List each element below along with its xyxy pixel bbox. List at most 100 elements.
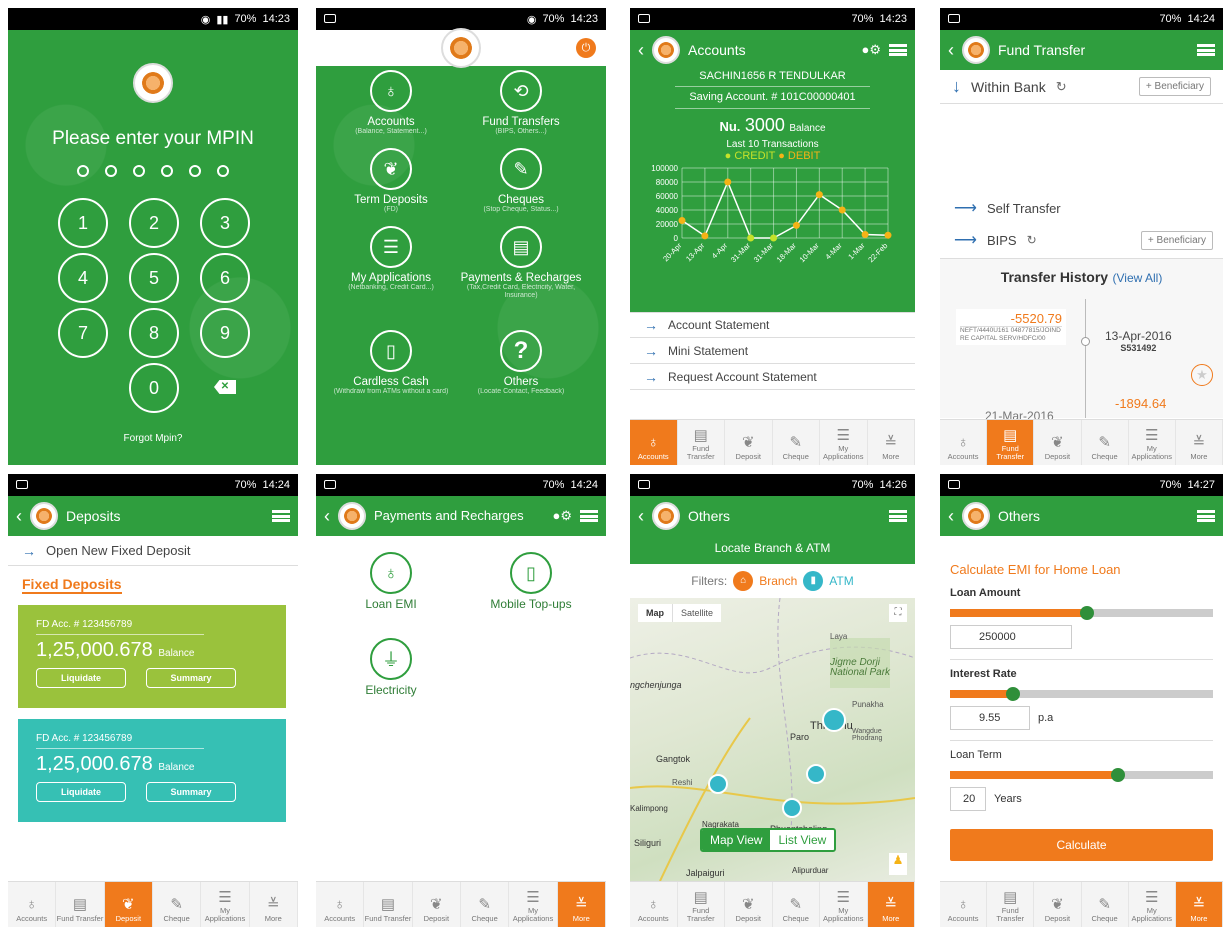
tab-cheque[interactable]: ✎ Cheque <box>461 882 510 927</box>
forgot-mpin-link[interactable]: Forgot Mpin? <box>8 433 298 444</box>
key-7[interactable]: 7 <box>58 308 108 358</box>
tab-deposit[interactable]: ❦ Deposit <box>1034 882 1082 927</box>
tab-accounts[interactable]: ♁ Accounts <box>316 882 365 927</box>
tab-cheque[interactable]: ✎ Cheque <box>773 420 820 465</box>
history-item[interactable]: -5520.79 NEFT/4440U161 04877815/JOIND RE… <box>956 309 1066 345</box>
tab-accounts[interactable]: ♁ Accounts <box>940 420 988 465</box>
tab-my-applications[interactable]: ☰ My Applications <box>1129 420 1176 465</box>
tile-cardless-cash[interactable]: ▯ Cardless Cash (Withdraw from ATMs withou… <box>326 330 456 396</box>
tab-deposit[interactable]: ❦ Deposit <box>1034 420 1082 465</box>
within-bank-row[interactable]: ↓ Within Bank ↻ + Beneficiary <box>940 70 1223 104</box>
loan-term-input[interactable]: 20 <box>950 787 986 811</box>
atm-marker[interactable] <box>806 764 826 784</box>
tile-my-applications[interactable]: ☰ My Applications (Netbanking, Credit Card… <box>326 226 456 292</box>
atm-filter[interactable]: ATM <box>829 574 853 588</box>
link-request-statement[interactable]: → Request Account Statement <box>630 364 915 390</box>
tab-my-applications[interactable]: ☰ My Applications <box>509 882 558 927</box>
tab-more[interactable]: ≚ More <box>557 882 606 927</box>
tab-deposit[interactable]: ❦ Deposit <box>725 882 773 927</box>
loan-term-slider[interactable] <box>950 768 1213 782</box>
tab-accounts[interactable]: ♁ Accounts <box>630 882 678 927</box>
key-4[interactable]: 4 <box>58 253 108 303</box>
map-view-button[interactable]: Map View <box>702 830 771 850</box>
link-account-statement[interactable]: → Account Statement <box>630 312 915 338</box>
key-0[interactable]: 0 <box>129 363 179 413</box>
tile-payments-recharges[interactable]: ▤ Payments & Recharges (Tax,Credit Card, E… <box>456 226 586 299</box>
tab-cheque[interactable]: ✎ Cheque <box>773 882 820 927</box>
pegman-icon[interactable]: ♟ <box>889 853 907 875</box>
tab-deposit[interactable]: ❦ Deposit <box>413 882 461 927</box>
user-settings-icon[interactable]: ●⚙ <box>552 508 572 524</box>
back-icon[interactable]: ‹ <box>948 40 954 61</box>
view-all-link[interactable]: (View All) <box>1113 271 1163 285</box>
link-mini-statement[interactable]: → Mini Statement <box>630 338 915 364</box>
tile-term-deposits[interactable]: ❦ Term Deposits (FD) <box>326 148 456 214</box>
liquidate-button[interactable]: Liquidate <box>36 782 126 802</box>
liquidate-button[interactable]: Liquidate <box>36 668 126 688</box>
tile-mobile-topups[interactable]: ▯ Mobile Top-ups <box>471 552 591 611</box>
fd-card[interactable]: FD Acc. # 123456789 1,25,000.678 Balance… <box>18 719 286 822</box>
tab-more[interactable]: ≚ More <box>250 882 298 927</box>
tab-cheque[interactable]: ✎ Cheque <box>153 882 202 927</box>
back-icon[interactable]: ‹ <box>948 506 954 527</box>
tile-fund-transfers[interactable]: ⟲ Fund Transfers (BIPS, Others...) <box>456 70 586 136</box>
tab-fund-transfer[interactable]: ▤ Fund Transfer <box>987 882 1035 927</box>
tab-fund-transfer[interactable]: ▤ Fund Transfer <box>364 882 413 927</box>
map-button[interactable]: Map <box>638 604 673 622</box>
add-beneficiary-button[interactable]: + Beneficiary <box>1138 77 1211 96</box>
add-beneficiary-button[interactable]: + Beneficiary <box>1140 230 1213 250</box>
menu-icon[interactable] <box>1197 44 1215 56</box>
menu-icon[interactable] <box>580 510 598 522</box>
list-view-button[interactable]: List View <box>770 830 835 850</box>
tile-accounts[interactable]: ♁ Accounts (Balance, Statement...) <box>326 70 456 136</box>
tab-fund-transfer[interactable]: ▤ Fund Transfer <box>987 420 1035 465</box>
back-icon[interactable]: ‹ <box>638 506 644 527</box>
atm-filter-icon[interactable]: ▮ <box>803 571 824 591</box>
backspace-icon[interactable]: ✕ <box>214 380 236 394</box>
interest-rate-input[interactable]: 9.55 <box>950 706 1030 730</box>
atm-marker[interactable] <box>782 798 802 818</box>
self-transfer-row[interactable]: ⟶ Self Transfer <box>954 198 1061 218</box>
back-icon[interactable]: ‹ <box>16 506 22 527</box>
tab-more[interactable]: ≚ More <box>1176 420 1223 465</box>
key-9[interactable]: 9 <box>200 308 250 358</box>
key-8[interactable]: 8 <box>129 308 179 358</box>
tab-accounts[interactable]: ♁ Accounts <box>8 882 57 927</box>
tab-my-applications[interactable]: ☰ My Applications <box>820 420 868 465</box>
tab-more[interactable]: ≚ More <box>1175 882 1223 927</box>
power-icon[interactable]: ⏻ <box>576 38 596 58</box>
tab-fund-transfer[interactable]: ▤ Fund Transfer <box>56 882 105 927</box>
bips-row[interactable]: ⟶ BIPS ↻ + Beneficiary <box>954 230 1213 250</box>
calculate-button[interactable]: Calculate <box>950 829 1213 861</box>
key-3[interactable]: 3 <box>200 198 250 248</box>
tile-cheques[interactable]: ✎ Cheques (Stop Cheque, Status...) <box>456 148 586 214</box>
summary-button[interactable]: Summary <box>146 782 236 802</box>
loan-amount-input[interactable]: 250000 <box>950 625 1072 649</box>
tab-accounts[interactable]: ♁ Accounts <box>940 882 988 927</box>
branch-filter-icon[interactable]: ⌂ <box>733 571 754 591</box>
star-icon[interactable]: ★ <box>1191 364 1213 386</box>
key-6[interactable]: 6 <box>200 253 250 303</box>
loan-amount-slider[interactable] <box>950 606 1213 620</box>
tab-accounts[interactable]: ♁ Accounts <box>630 420 678 465</box>
tab-my-applications[interactable]: ☰ My Applications <box>1129 882 1176 927</box>
back-icon[interactable]: ‹ <box>638 40 644 61</box>
menu-icon[interactable] <box>889 44 907 56</box>
fullscreen-icon[interactable]: ⛶ <box>889 604 907 622</box>
atm-marker[interactable] <box>822 708 846 732</box>
tab-deposit[interactable]: ❦ Deposit <box>725 420 773 465</box>
interest-rate-slider[interactable] <box>950 687 1213 701</box>
refresh-icon[interactable]: ↻ <box>1027 233 1037 247</box>
map-area[interactable]: Map Satellite ⛶ Laya Jigme Dorji Nationa… <box>630 598 915 881</box>
summary-button[interactable]: Summary <box>146 668 236 688</box>
tab-more[interactable]: ≚ More <box>867 882 915 927</box>
tab-my-applications[interactable]: ☰ My Applications <box>820 882 868 927</box>
tab-fund-transfer[interactable]: ▤ Fund Transfer <box>678 882 725 927</box>
key-5[interactable]: 5 <box>129 253 179 303</box>
tile-others[interactable]: ? Others (Locate Contact, Feedback) <box>456 330 586 396</box>
tab-cheque[interactable]: ✎ Cheque <box>1082 882 1129 927</box>
tile-loan-emi[interactable]: ♁ Loan EMI <box>331 552 451 611</box>
back-icon[interactable]: ‹ <box>324 506 330 527</box>
tile-electricity[interactable]: ⏚ Electricity <box>331 638 451 697</box>
key-2[interactable]: 2 <box>129 198 179 248</box>
